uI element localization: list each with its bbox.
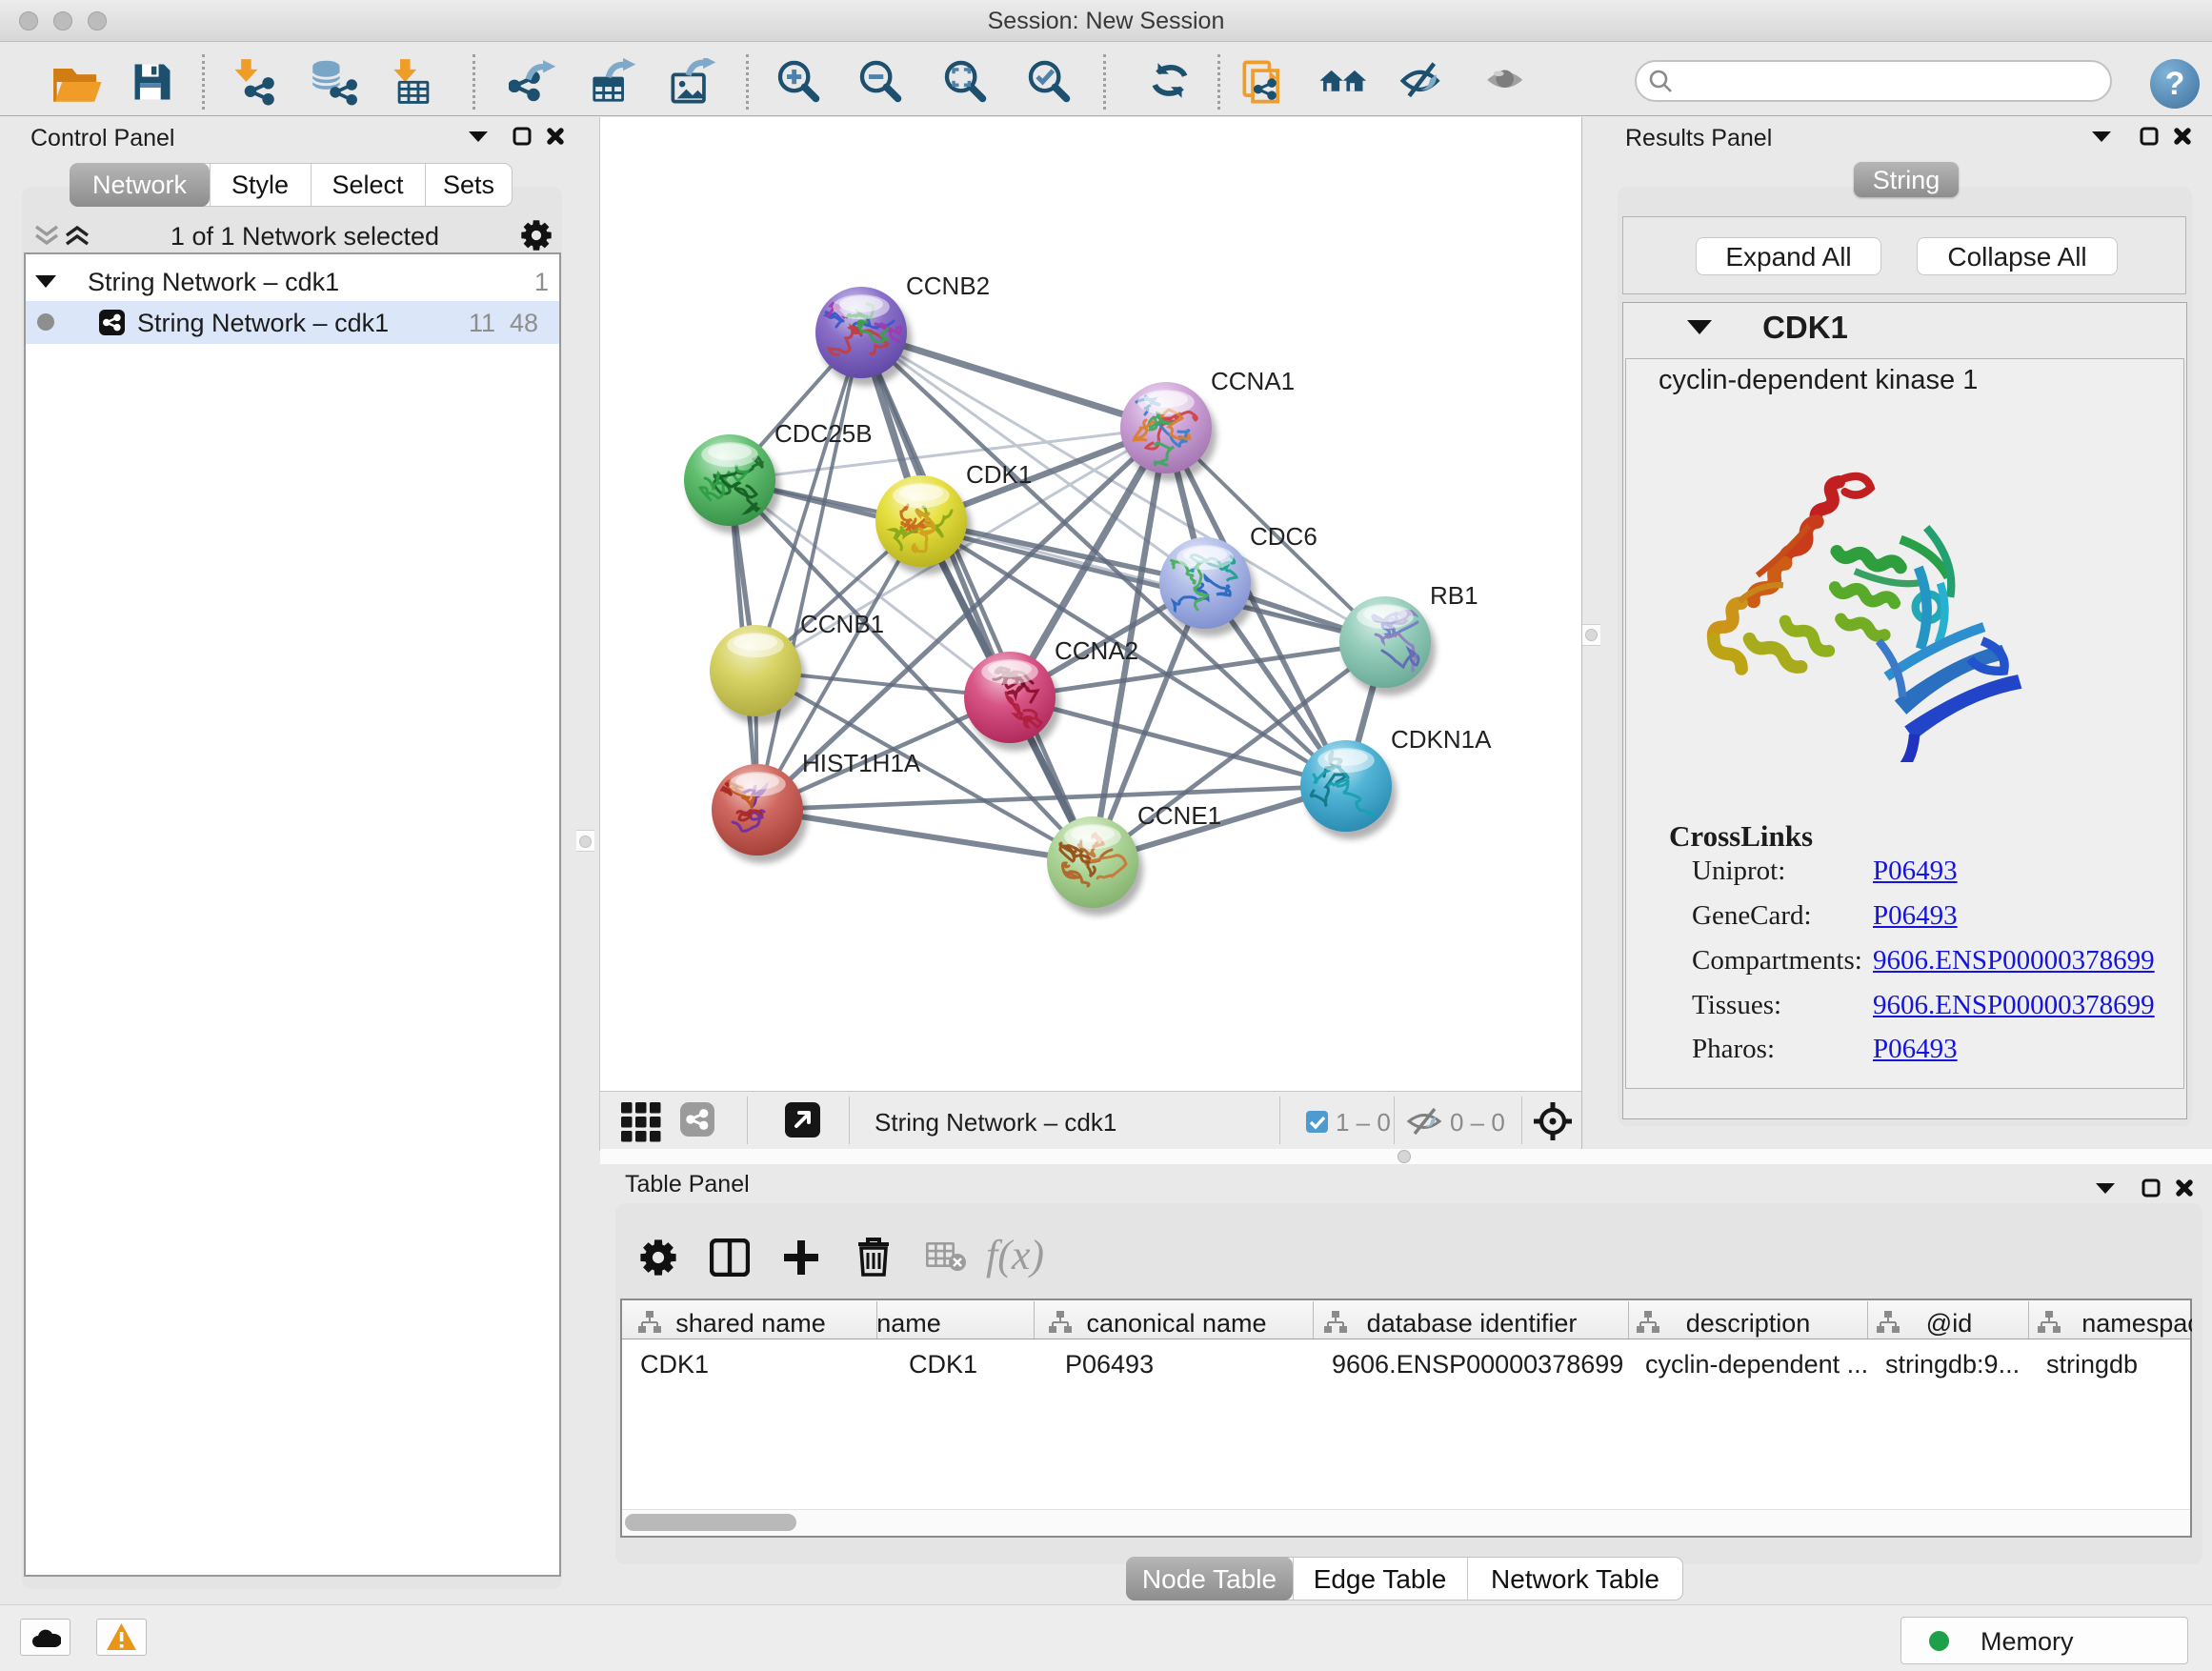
svg-text:CDKN1A: CDKN1A: [1391, 725, 1492, 754]
svg-text:RB1: RB1: [1430, 581, 1478, 610]
svg-text:CCNA1: CCNA1: [1211, 367, 1295, 395]
svg-text:CCNB1: CCNB1: [800, 610, 884, 638]
svg-text:CDC6: CDC6: [1250, 522, 1317, 551]
svg-text:CCNB2: CCNB2: [906, 272, 990, 300]
svg-text:CCNA2: CCNA2: [1055, 636, 1138, 665]
svg-text:CDC25B: CDC25B: [774, 419, 873, 448]
svg-text:CDK1: CDK1: [966, 460, 1032, 489]
svg-text:CCNE1: CCNE1: [1137, 801, 1221, 830]
svg-text:HIST1H1A: HIST1H1A: [802, 749, 921, 777]
